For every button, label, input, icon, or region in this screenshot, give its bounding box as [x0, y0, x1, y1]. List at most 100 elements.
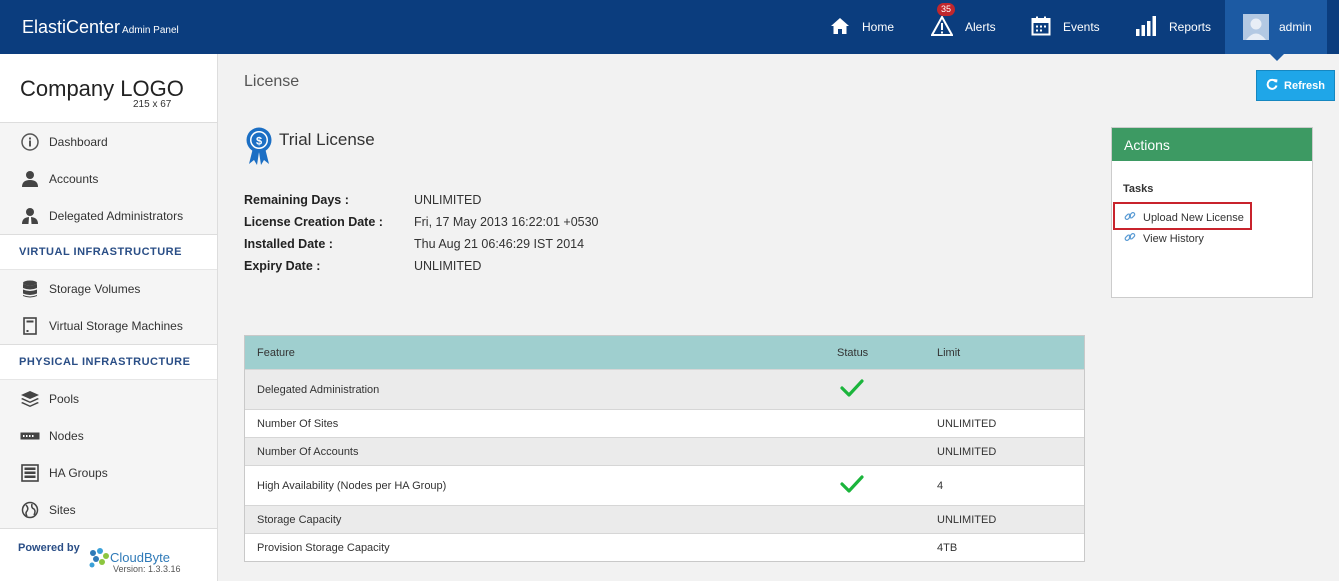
page-title: License [244, 73, 300, 90]
sidebar-item-virtual-storage-machines[interactable]: Virtual Storage Machines [0, 307, 217, 344]
powered-by-label: Powered by [18, 542, 80, 554]
home-icon [830, 17, 850, 38]
detail-value: Thu Aug 21 06:46:29 IST 2014 [414, 237, 585, 251]
limit-cell: 4TB [937, 541, 958, 554]
view-history-link[interactable]: View History [1124, 231, 1204, 246]
section-virtual-infrastructure: VIRTUAL INFRASTRUCTURE [0, 234, 217, 270]
info-icon [20, 132, 40, 152]
cloudbyte-version: Version: 1.3.3.16 [113, 564, 181, 574]
server-icon [20, 316, 40, 336]
feature-cell: Provision Storage Capacity [257, 541, 390, 554]
alert-icon: 35 [930, 2, 956, 39]
feature-cell: Number Of Sites [257, 417, 339, 430]
sidebar-item-label: HA Groups [49, 465, 108, 480]
table-row: Number Of Accounts UNLIMITED [245, 437, 1084, 465]
sidebar-item-storage-volumes[interactable]: Storage Volumes [0, 270, 217, 307]
svg-text:$: $ [256, 136, 262, 148]
node-icon [20, 426, 40, 446]
nav-events-label: Events [1063, 20, 1100, 34]
bar-chart-icon [1135, 15, 1157, 39]
check-icon [840, 474, 864, 497]
sidebar-item-dashboard[interactable]: Dashboard [0, 123, 217, 160]
check-icon [840, 378, 864, 401]
nav-alerts[interactable]: 35 Alerts [930, 0, 996, 54]
table-row: Provision Storage Capacity 4TB [245, 533, 1084, 561]
actions-title: Actions [1112, 128, 1312, 161]
feature-cell: Number Of Accounts [257, 445, 359, 458]
upload-link-highlight [1113, 202, 1252, 230]
detail-value: Fri, 17 May 2013 16:22:01 +0530 [414, 215, 599, 229]
user-menu-caret [1270, 54, 1284, 61]
calendar-icon [1031, 16, 1051, 39]
tasks-heading: Tasks [1123, 183, 1154, 195]
globe-icon [20, 500, 40, 520]
detail-value: UNLIMITED [414, 193, 482, 207]
detail-key: Remaining Days : [244, 193, 349, 207]
limit-cell: 4 [937, 479, 944, 492]
alerts-badge: 35 [937, 2, 956, 16]
refresh-button[interactable]: Refresh [1256, 70, 1335, 101]
cloudbyte-logo-icon [87, 547, 111, 572]
sidebar-item-label: Dashboard [49, 134, 108, 149]
powered-by: Powered by CloudByte Version: 1.3.3.16 [0, 528, 217, 581]
detail-value: UNLIMITED [414, 259, 482, 273]
feature-cell: High Availability (Nodes per HA Group) [257, 479, 447, 492]
user-menu[interactable]: admin [1225, 0, 1327, 54]
column-header-feature: Feature [257, 346, 295, 359]
refresh-label: Refresh [1284, 79, 1325, 92]
nav-alerts-label: Alerts [965, 20, 996, 34]
sidebar-item-label: Delegated Administrators [49, 208, 184, 223]
table-row: High Availability (Nodes per HA Group) 4 [245, 465, 1084, 505]
license-badge-icon: $ [245, 126, 273, 169]
table-header-row: Feature Status Limit [245, 336, 1084, 369]
sidebar-item-pools[interactable]: Pools [0, 380, 217, 417]
table-row: Number Of Sites UNLIMITED [245, 409, 1084, 437]
sidebar-item-label: Virtual Storage Machines [49, 318, 183, 333]
table-row: Delegated Administration [245, 369, 1084, 409]
sidebar: Company LOGO 215 x 67 Dashboard Accounts… [0, 54, 218, 581]
user-icon [20, 169, 40, 189]
column-header-status: Status [837, 346, 869, 359]
rack-icon [20, 463, 40, 483]
nav-reports-label: Reports [1169, 20, 1212, 34]
nav-reports[interactable]: Reports [1135, 0, 1211, 54]
feature-cell: Storage Capacity [257, 513, 342, 526]
license-title: Trial License [279, 130, 375, 149]
limit-cell: UNLIMITED [937, 513, 997, 526]
admin-user-icon [20, 206, 40, 226]
refresh-icon [1266, 78, 1278, 93]
sidebar-item-ha-groups[interactable]: HA Groups [0, 454, 217, 491]
nav-events[interactable]: Events [1031, 0, 1100, 54]
detail-key: Expiry Date : [244, 259, 321, 273]
nav-home[interactable]: Home [830, 0, 894, 54]
cloudbyte-name: CloudByte [110, 550, 170, 565]
sidebar-item-sites[interactable]: Sites [0, 491, 217, 528]
user-name: admin [1279, 20, 1312, 34]
table-row: Storage Capacity UNLIMITED [245, 505, 1084, 533]
section-physical-infrastructure: PHYSICAL INFRASTRUCTURE [0, 344, 217, 380]
detail-key: License Creation Date : [244, 215, 383, 229]
nav-home-label: Home [862, 20, 895, 34]
layers-icon [20, 389, 40, 409]
feature-cell: Delegated Administration [257, 383, 380, 396]
sidebar-item-label: Pools [49, 391, 80, 406]
sidebar-item-label: Nodes [49, 428, 84, 443]
sidebar-item-delegated-administrators[interactable]: Delegated Administrators [0, 197, 217, 234]
brand-title: ElastiCenter [22, 17, 121, 37]
top-bar: ElastiCenter Admin Panel Home 35 Alerts E… [0, 0, 1339, 54]
link-label: View History [1143, 232, 1204, 245]
brand[interactable]: ElastiCenter Admin Panel [22, 17, 179, 38]
brand-subtitle: Admin Panel [122, 25, 179, 36]
detail-key: Installed Date : [244, 237, 333, 251]
limit-cell: UNLIMITED [937, 445, 997, 458]
license-feature-table: Feature Status Limit Delegated Administr… [244, 335, 1085, 562]
avatar [1243, 14, 1269, 40]
database-icon [20, 279, 40, 299]
sidebar-item-label: Sites [49, 502, 76, 517]
link-icon [1124, 231, 1136, 246]
company-logo[interactable]: Company LOGO 215 x 67 [0, 54, 217, 123]
logo-size: 215 x 67 [133, 99, 172, 110]
sidebar-item-nodes[interactable]: Nodes [0, 417, 217, 454]
sidebar-item-label: Storage Volumes [49, 281, 141, 296]
sidebar-item-accounts[interactable]: Accounts [0, 160, 217, 197]
